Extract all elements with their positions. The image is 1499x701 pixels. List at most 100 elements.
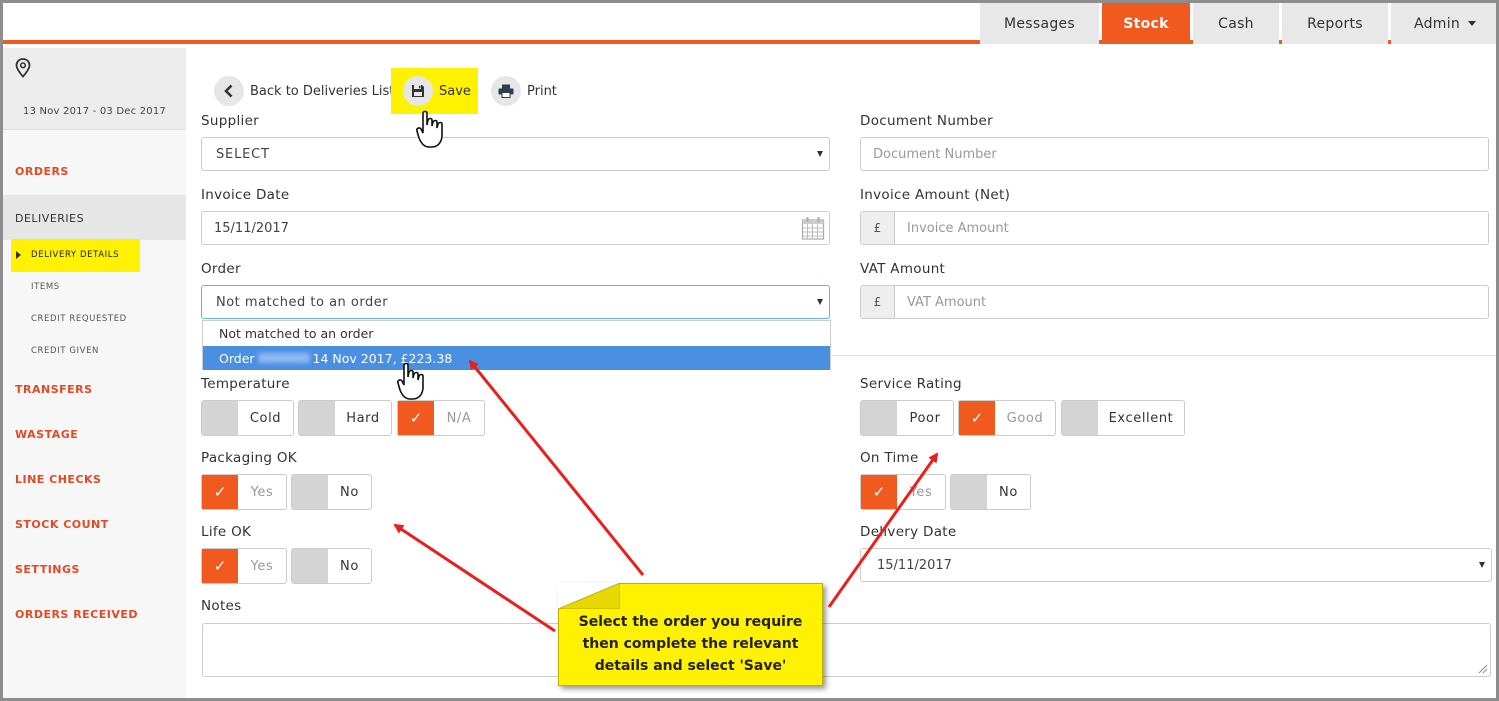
callout-text: Select the order you require then comple… [568, 611, 813, 677]
order-option[interactable]: Not matched to an order [203, 321, 830, 345]
temperature-hard-toggle[interactable]: Hard [298, 400, 392, 436]
instruction-callout: Select the order you require then comple… [558, 583, 823, 686]
calendar-icon[interactable] [801, 216, 825, 240]
toggle-label: Good [1006, 410, 1044, 426]
vat-amount-label: VAT Amount [860, 261, 946, 277]
life-no-toggle[interactable]: No [291, 548, 372, 584]
sidebar-item-transfers[interactable]: TRANSFERS [15, 383, 93, 396]
sidebar-item-stock-count[interactable]: STOCK COUNT [15, 518, 109, 531]
checkbox-box [292, 549, 328, 583]
life-yes-toggle[interactable]: ✓ Yes [201, 548, 287, 584]
top-nav: Messages Stock Cash Reports Admin [3, 3, 1496, 44]
option-label: Order [219, 350, 255, 366]
service-poor-toggle[interactable]: Poor [860, 400, 954, 436]
tab-admin[interactable]: Admin [1391, 3, 1496, 44]
document-number-label: Document Number [860, 113, 993, 129]
supplier-label: Supplier [201, 113, 260, 129]
toggle-label: Poor [909, 410, 941, 426]
on-time-yes-toggle[interactable]: ✓ Yes [860, 474, 946, 510]
check-icon: ✓ [959, 401, 995, 435]
check-icon: ✓ [861, 475, 897, 509]
temperature-cold-toggle[interactable]: Cold [201, 400, 294, 436]
service-excellent-toggle[interactable]: Excellent [1061, 400, 1185, 436]
check-icon: ✓ [398, 401, 434, 435]
chevron-left-icon [214, 76, 244, 106]
delivery-date-select[interactable]: 15/11/2017 [860, 548, 1492, 582]
tab-stock[interactable]: Stock [1102, 3, 1190, 44]
temperature-na-toggle[interactable]: ✓ N/A [397, 400, 485, 436]
on-time-label: On Time [860, 450, 919, 466]
order-select[interactable]: Not matched to an order [201, 285, 830, 319]
order-dropdown-list: Not matched to an order Order 14 Nov 2017… [202, 320, 831, 370]
sidebar-subitem-credit-given[interactable]: CREDIT GIVEN [31, 346, 99, 356]
notes-textarea[interactable] [202, 623, 1491, 677]
folded-corner-icon [558, 583, 620, 609]
toggle-label: Cold [249, 410, 282, 426]
check-icon: ✓ [202, 549, 238, 583]
arrow-to-order-option [468, 359, 645, 576]
save-button[interactable]: Save [403, 76, 471, 106]
packaging-yes-toggle[interactable]: ✓ Yes [201, 474, 287, 510]
arrow-to-toggles-left [393, 523, 556, 633]
toggle-label: No [340, 484, 359, 500]
document-number-placeholder: Document Number [873, 146, 997, 162]
date-range[interactable]: 13 Nov 2017 - 03 Dec 2017 [3, 106, 186, 117]
back-button-label: Back to Deliveries List [250, 83, 395, 99]
dropdown-arrow-icon [817, 151, 823, 157]
checkbox-box [202, 401, 238, 435]
print-button-label: Print [527, 83, 557, 99]
currency-addon: £ [861, 212, 895, 244]
sidebar-item-deliveries[interactable]: DELIVERIES [3, 195, 186, 240]
packaging-no-toggle[interactable]: No [291, 474, 372, 510]
resize-handle-icon[interactable] [1478, 664, 1488, 674]
toggle-label: Excellent [1108, 410, 1174, 426]
invoice-date-input[interactable]: 15/11/2017 [201, 211, 830, 245]
sidebar-subitem-delivery-details[interactable]: DELIVERY DETAILS [11, 239, 140, 272]
dropdown-arrow-icon [1479, 562, 1485, 568]
tab-reports[interactable]: Reports [1282, 3, 1388, 44]
on-time-no-toggle[interactable]: No [950, 474, 1031, 510]
back-button[interactable]: Back to Deliveries List [214, 76, 394, 106]
toggle-label: N/A [446, 410, 472, 426]
document-number-input[interactable]: Document Number [860, 137, 1489, 171]
toggle-label: Yes [909, 484, 933, 500]
sidebar-item-line-checks[interactable]: LINE CHECKS [15, 473, 101, 486]
save-button-label: Save [439, 83, 471, 99]
notes-label: Notes [201, 598, 242, 614]
printer-icon [491, 76, 521, 106]
vat-amount-input[interactable]: £ VAT Amount [860, 285, 1489, 319]
order-option-selected[interactable]: Order 14 Nov 2017, £223.38 [203, 346, 830, 370]
toggle-label: Yes [250, 484, 274, 500]
tab-messages[interactable]: Messages [980, 3, 1099, 44]
sidebar-subitem-credit-requested[interactable]: CREDIT REQUESTED [31, 314, 127, 324]
callout-line: details and select 'Save' [594, 658, 787, 674]
sidebar-item-settings[interactable]: SETTINGS [15, 563, 80, 576]
currency-addon: £ [861, 286, 895, 318]
sidebar-item-orders-received[interactable]: ORDERS RECEIVED [15, 608, 138, 621]
delivery-date-label: Delivery Date [860, 524, 957, 540]
service-good-toggle[interactable]: ✓ Good [958, 400, 1056, 436]
supplier-select[interactable]: SELECT [201, 137, 830, 171]
print-button[interactable]: Print [491, 76, 557, 106]
callout-line: Select the order you require [578, 614, 803, 630]
invoice-amount-input[interactable]: £ Invoice Amount [860, 211, 1489, 245]
toggle-label: Yes [250, 558, 274, 574]
tab-label: Stock [1123, 15, 1169, 32]
toggle-label: No [999, 484, 1018, 500]
sidebar-item-orders[interactable]: ORDERS [15, 165, 69, 178]
invoice-amount-label: Invoice Amount (Net) [860, 187, 1011, 203]
floppy-disk-icon [403, 76, 433, 106]
sidebar-subitem-items[interactable]: ITEMS [31, 282, 60, 292]
option-label: Not matched to an order [219, 325, 374, 341]
sidebar: 13 Nov 2017 - 03 Dec 2017 ORDERS DELIVER… [3, 48, 186, 698]
service-rating-label: Service Rating [860, 376, 962, 392]
callout-line: then complete the relevant [582, 636, 799, 652]
invoice-date-label: Invoice Date [201, 187, 290, 203]
tab-label: Admin [1413, 15, 1461, 32]
tab-cash[interactable]: Cash [1193, 3, 1279, 44]
caret-right-icon [16, 251, 21, 259]
sidebar-item-wastage[interactable]: WASTAGE [15, 428, 78, 441]
location-pin-icon[interactable] [15, 58, 31, 78]
supplier-value: SELECT [216, 146, 270, 162]
redacted-order-number [257, 353, 310, 363]
